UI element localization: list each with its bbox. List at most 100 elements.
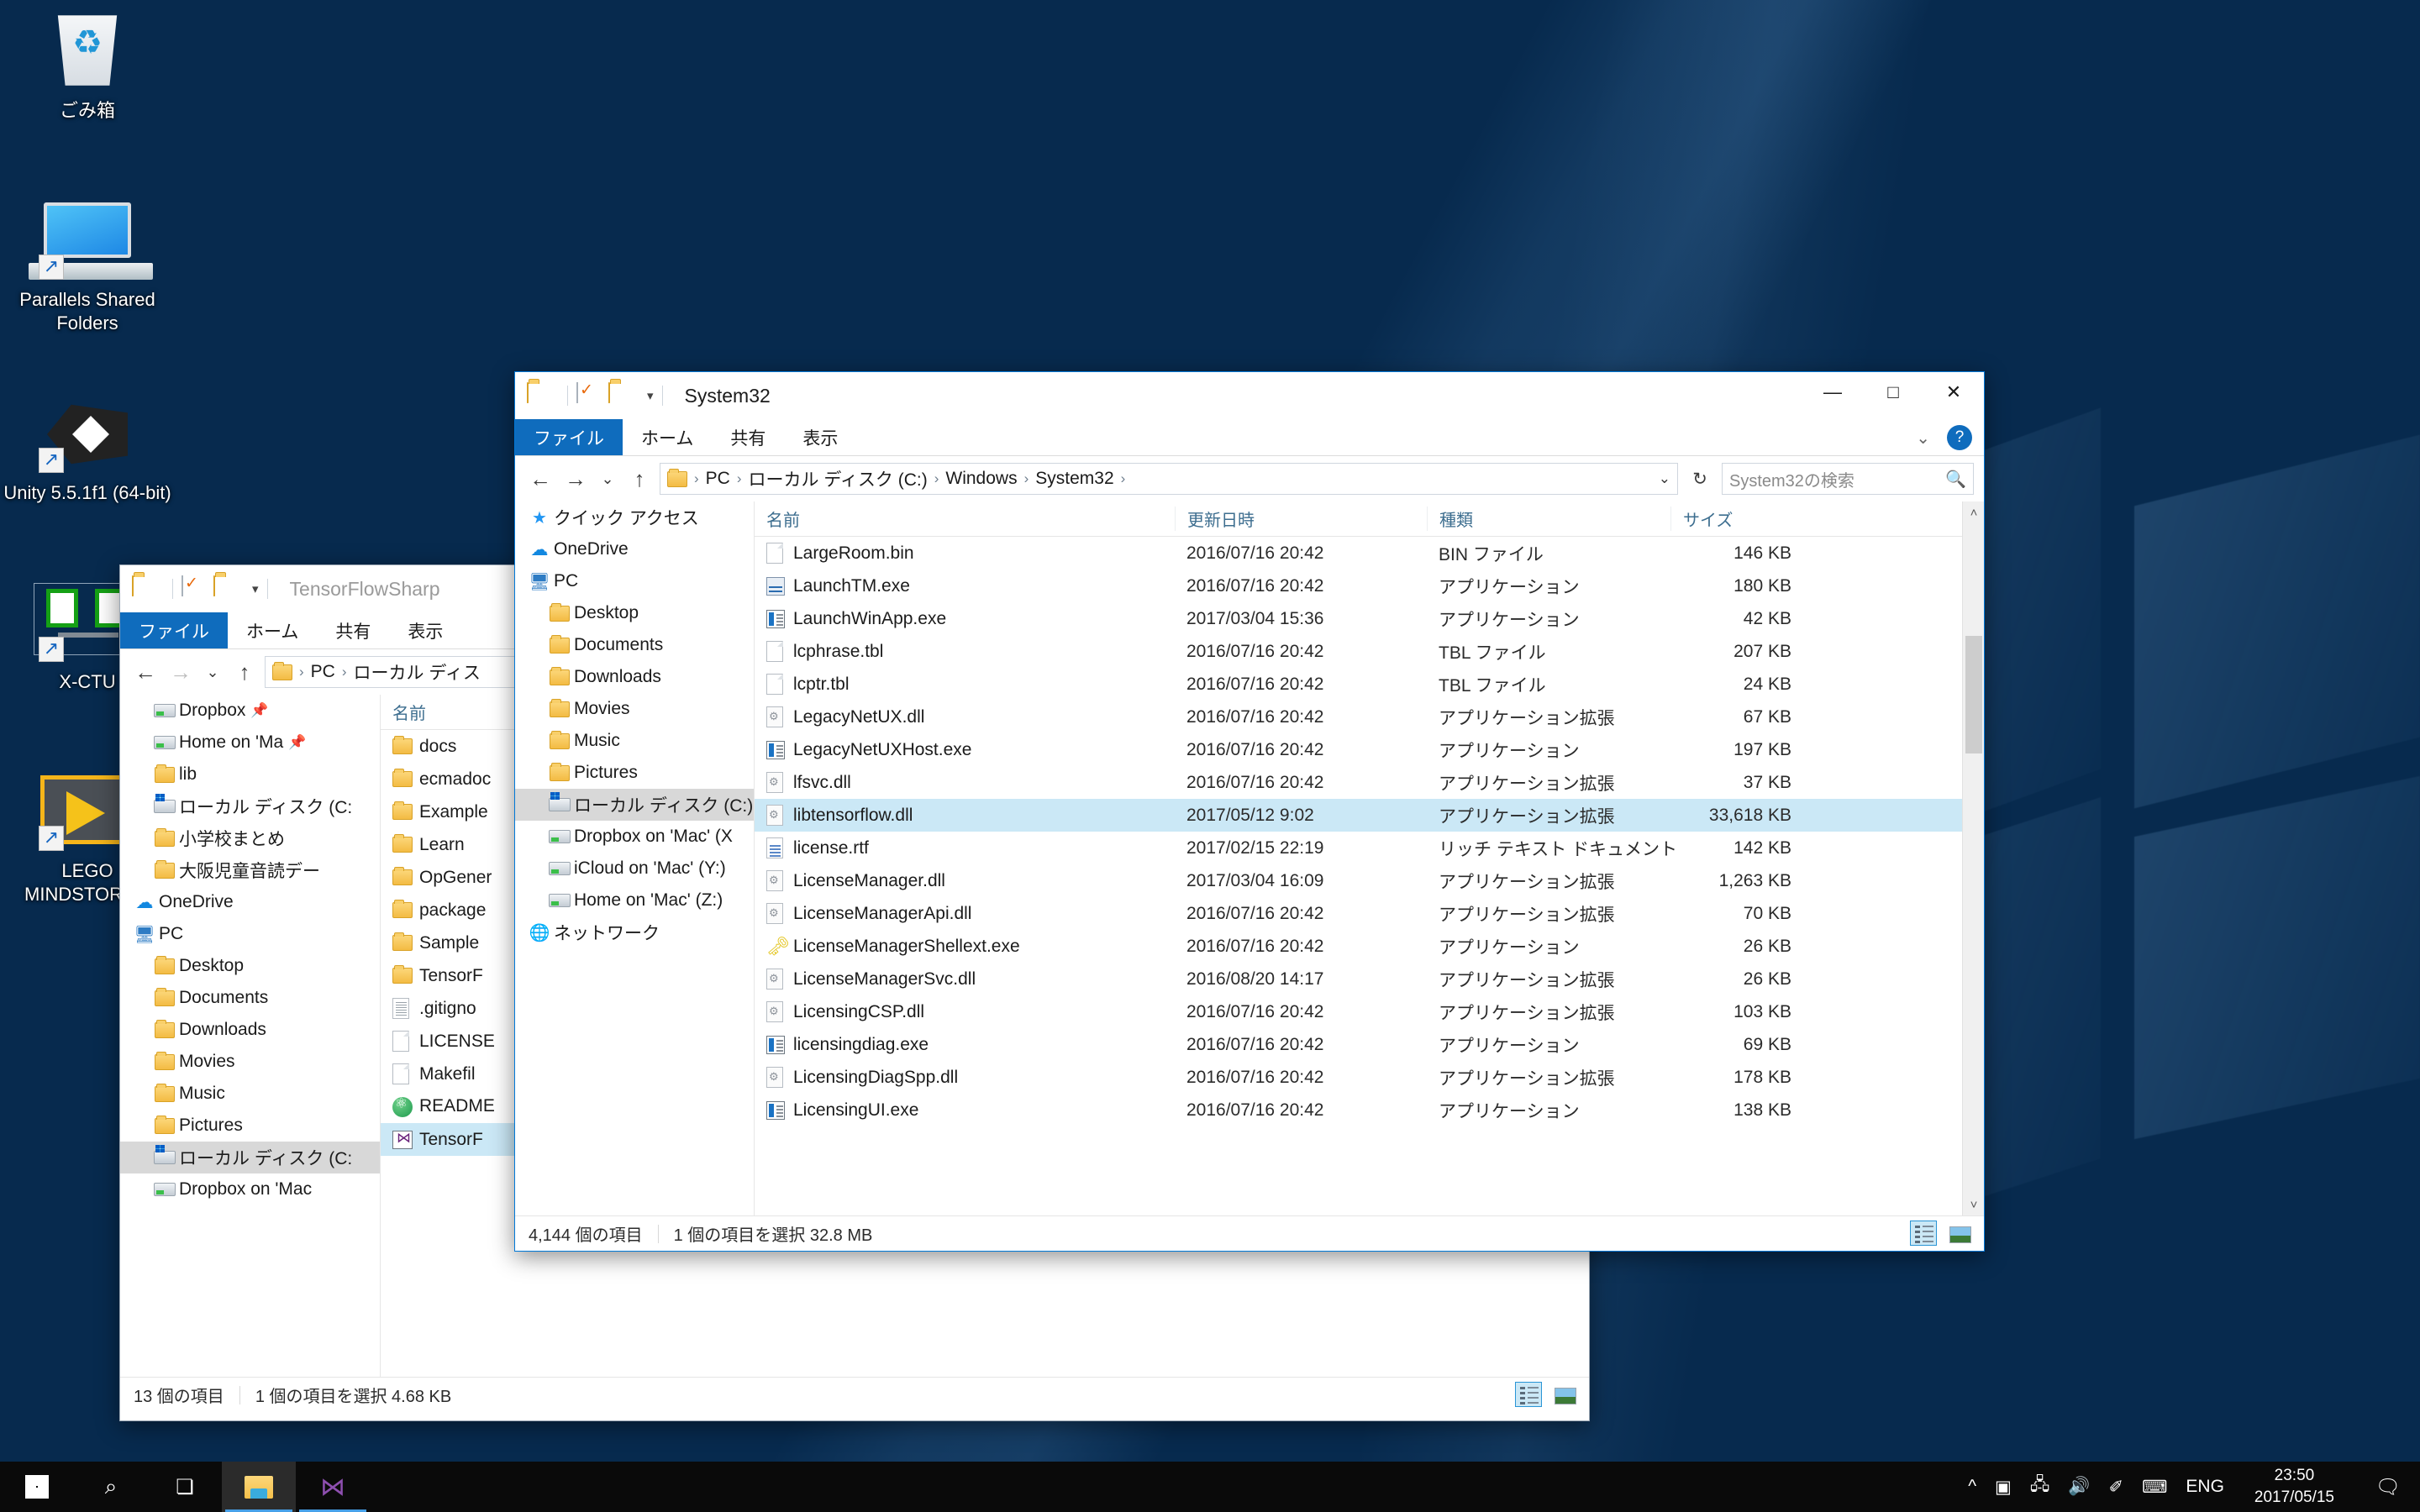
tab-home[interactable]: ホーム: [623, 419, 712, 455]
cell-name[interactable]: LicenseManagerSvc.dll: [755, 969, 1175, 990]
cell-name[interactable]: licensingdiag.exe: [755, 1035, 1175, 1055]
breadcrumb-dropdown-icon[interactable]: ⌄: [1659, 470, 1670, 487]
sidebar-item[interactable]: ★ クイック アクセス: [515, 501, 754, 533]
table-row[interactable]: LicensingDiagSpp.dll 2016/07/16 20:42 アプリケ…: [755, 1061, 1984, 1094]
tab-share[interactable]: 共有: [317, 612, 389, 648]
window-controls[interactable]: — □ ✕: [1802, 372, 1984, 412]
sidebar-item[interactable]: 小学校まとめ: [120, 822, 380, 854]
table-row[interactable]: libtensorflow.dll 2017/05/12 9:02 アプリケーション…: [755, 799, 1984, 832]
table-row[interactable]: lfsvc.dll 2016/07/16 20:42 アプリケーション拡張 37 KB: [755, 766, 1984, 799]
taskbar-search-button[interactable]: ⌕: [74, 1462, 148, 1512]
cell-name[interactable]: LaunchTM.exe: [755, 576, 1175, 596]
column-header-name[interactable]: 名前: [755, 507, 1175, 531]
recent-locations-button[interactable]: ⌄: [596, 470, 619, 488]
navigation-pane[interactable]: Dropbox 📌 Home on 'Ma 📌 lib ローカル ディスク (C: 小学校ま…: [120, 695, 381, 1377]
cell-name[interactable]: LicensingUI.exe: [755, 1100, 1175, 1121]
file-rows[interactable]: LargeRoom.bin 2016/07/16 20:42 BIN ファイル 146…: [755, 537, 1984, 1126]
sidebar-item[interactable]: Music: [515, 725, 754, 757]
cell-name[interactable]: lcphrase.tbl: [755, 641, 1175, 662]
sidebar-item[interactable]: Pictures: [515, 757, 754, 789]
breadcrumb-item-localdisk[interactable]: ローカル ディスク (C:): [749, 466, 928, 491]
table-row[interactable]: lcptr.tbl 2016/07/16 20:42 TBL ファイル 24 KB: [755, 668, 1984, 701]
table-row[interactable]: LaunchTM.exe 2016/07/16 20:42 アプリケーション 180 …: [755, 570, 1984, 602]
column-header-type[interactable]: 種類: [1427, 507, 1670, 531]
cell-name[interactable]: lfsvc.dll: [755, 772, 1175, 793]
cell-name[interactable]: LargeRoom.bin: [755, 543, 1175, 564]
large-icons-view-button[interactable]: [1550, 1382, 1577, 1407]
minimize-button[interactable]: —: [1802, 372, 1863, 412]
recent-locations-button[interactable]: ⌄: [201, 664, 224, 681]
close-button[interactable]: ✕: [1923, 372, 1984, 412]
new-folder-icon[interactable]: [213, 575, 239, 601]
properties-icon[interactable]: [576, 382, 602, 408]
tab-home[interactable]: ホーム: [228, 612, 317, 648]
table-row[interactable]: LegacyNetUXHost.exe 2016/07/16 20:42 アプリケー…: [755, 733, 1984, 766]
column-header-date[interactable]: 更新日時: [1175, 507, 1427, 531]
forward-button[interactable]: →: [560, 466, 591, 492]
breadcrumb-item-localdisk[interactable]: ローカル ディス: [354, 659, 481, 685]
titlebar[interactable]: ▾ System32 — □ ✕: [515, 372, 1984, 419]
breadcrumb-item-windows[interactable]: Windows: [945, 469, 1017, 489]
table-row[interactable]: LargeRoom.bin 2016/07/16 20:42 BIN ファイル 146…: [755, 537, 1984, 570]
taskbar-app-file-explorer[interactable]: [222, 1462, 296, 1512]
sidebar-item[interactable]: lib: [120, 759, 380, 790]
file-list-pane[interactable]: 名前 更新日時 種類 サイズ LargeRoom.bin 2016/07/16 2…: [755, 501, 1984, 1215]
sidebar-item[interactable]: ローカル ディスク (C:): [515, 789, 754, 821]
sidebar-item[interactable]: Home on 'Ma 📌: [120, 727, 380, 759]
sidebar-item[interactable]: Desktop: [515, 597, 754, 629]
sidebar-item[interactable]: Documents: [515, 629, 754, 661]
up-button[interactable]: ↑: [624, 466, 655, 492]
battery-icon[interactable]: ▣: [1995, 1477, 2012, 1498]
cell-name[interactable]: lcptr.tbl: [755, 674, 1175, 695]
column-header-size[interactable]: サイズ: [1670, 507, 1805, 531]
scroll-down-icon[interactable]: ˅: [1963, 1194, 1984, 1215]
large-icons-view-button[interactable]: [1945, 1221, 1972, 1246]
sidebar-item[interactable]: 🖥 PC: [515, 565, 754, 597]
address-bar[interactable]: ← → ⌄ ↑ › PC › ローカル ディスク (C:) › Windows …: [515, 456, 1984, 501]
properties-icon[interactable]: [182, 575, 207, 601]
details-view-button[interactable]: [1910, 1221, 1937, 1246]
pin-icon[interactable]: 📌: [250, 702, 268, 719]
volume-icon[interactable]: 🔊: [2068, 1477, 2090, 1497]
forward-button[interactable]: →: [166, 659, 196, 685]
help-icon[interactable]: ?: [1947, 425, 1972, 450]
navigation-pane[interactable]: ★ クイック アクセス ☁ OneDrive 🖥 PC Desktop Documents Do…: [515, 501, 755, 1215]
desktop-icon-recycle-bin[interactable]: ごみ箱: [3, 8, 171, 123]
cell-name[interactable]: license.rtf: [755, 837, 1175, 858]
cell-name[interactable]: 🗝 LicenseManagerShellext.exe: [755, 936, 1175, 958]
table-row[interactable]: LicensingCSP.dll 2016/07/16 20:42 アプリケーション…: [755, 995, 1984, 1028]
back-button[interactable]: ←: [525, 466, 555, 492]
sidebar-item[interactable]: 大阪児童音読デー: [120, 854, 380, 886]
show-hidden-icons-icon[interactable]: ^: [1968, 1477, 1976, 1497]
explorer-window-system32[interactable]: ▾ System32 — □ ✕ ファイル ホーム 共有 表示 ⌄ ? ← → …: [514, 371, 1985, 1252]
chevron-down-icon[interactable]: ▾: [647, 388, 654, 403]
taskbar-app-visual-studio[interactable]: ⋈: [296, 1462, 370, 1512]
sidebar-item[interactable]: 🌐 ネットワーク: [515, 916, 754, 948]
breadcrumb-item-pc[interactable]: PC: [706, 469, 730, 489]
keyboard-icon[interactable]: ⌨: [2142, 1477, 2167, 1498]
cell-name[interactable]: LicensingDiagSpp.dll: [755, 1067, 1175, 1088]
breadcrumb[interactable]: › PC › ローカル ディスク (C:) › Windows › System…: [660, 463, 1678, 495]
sidebar-item[interactable]: Home on 'Mac' (Z:): [515, 885, 754, 916]
expand-ribbon-icon[interactable]: ⌄: [1916, 428, 1930, 449]
vertical-scrollbar[interactable]: ˄ ˅: [1962, 501, 1984, 1215]
desktop-icon-parallels-shared-folders[interactable]: ↗ Parallels Shared Folders: [3, 197, 171, 335]
cell-name[interactable]: LegacyNetUXHost.exe: [755, 740, 1175, 760]
sidebar-item[interactable]: Pictures: [120, 1110, 380, 1142]
cell-name[interactable]: LicenseManager.dll: [755, 870, 1175, 891]
search-input[interactable]: System32の検索 🔍: [1722, 463, 1974, 495]
sidebar-item[interactable]: Downloads: [120, 1014, 380, 1046]
ribbon-tabs[interactable]: ファイル ホーム 共有 表示 ⌄ ?: [515, 419, 1984, 456]
sidebar-item[interactable]: Dropbox 📌: [120, 695, 380, 727]
breadcrumb-item-pc[interactable]: PC: [311, 662, 335, 682]
tab-file[interactable]: ファイル: [515, 419, 623, 455]
new-folder-icon[interactable]: [608, 382, 634, 408]
breadcrumb-item-system32[interactable]: System32: [1035, 469, 1113, 489]
sidebar-item[interactable]: Desktop: [120, 950, 380, 982]
table-row[interactable]: LaunchWinApp.exe 2017/03/04 15:36 アプリケーション…: [755, 602, 1984, 635]
desktop-icon-unity[interactable]: ↗ Unity 5.5.1f1 (64-bit): [3, 391, 171, 505]
table-row[interactable]: LicenseManagerApi.dll 2016/07/16 20:42 アプリ…: [755, 897, 1984, 930]
cell-name[interactable]: LicenseManagerApi.dll: [755, 903, 1175, 924]
sidebar-item[interactable]: 🖥 PC: [120, 918, 380, 950]
sidebar-item[interactable]: ローカル ディスク (C:: [120, 790, 380, 822]
